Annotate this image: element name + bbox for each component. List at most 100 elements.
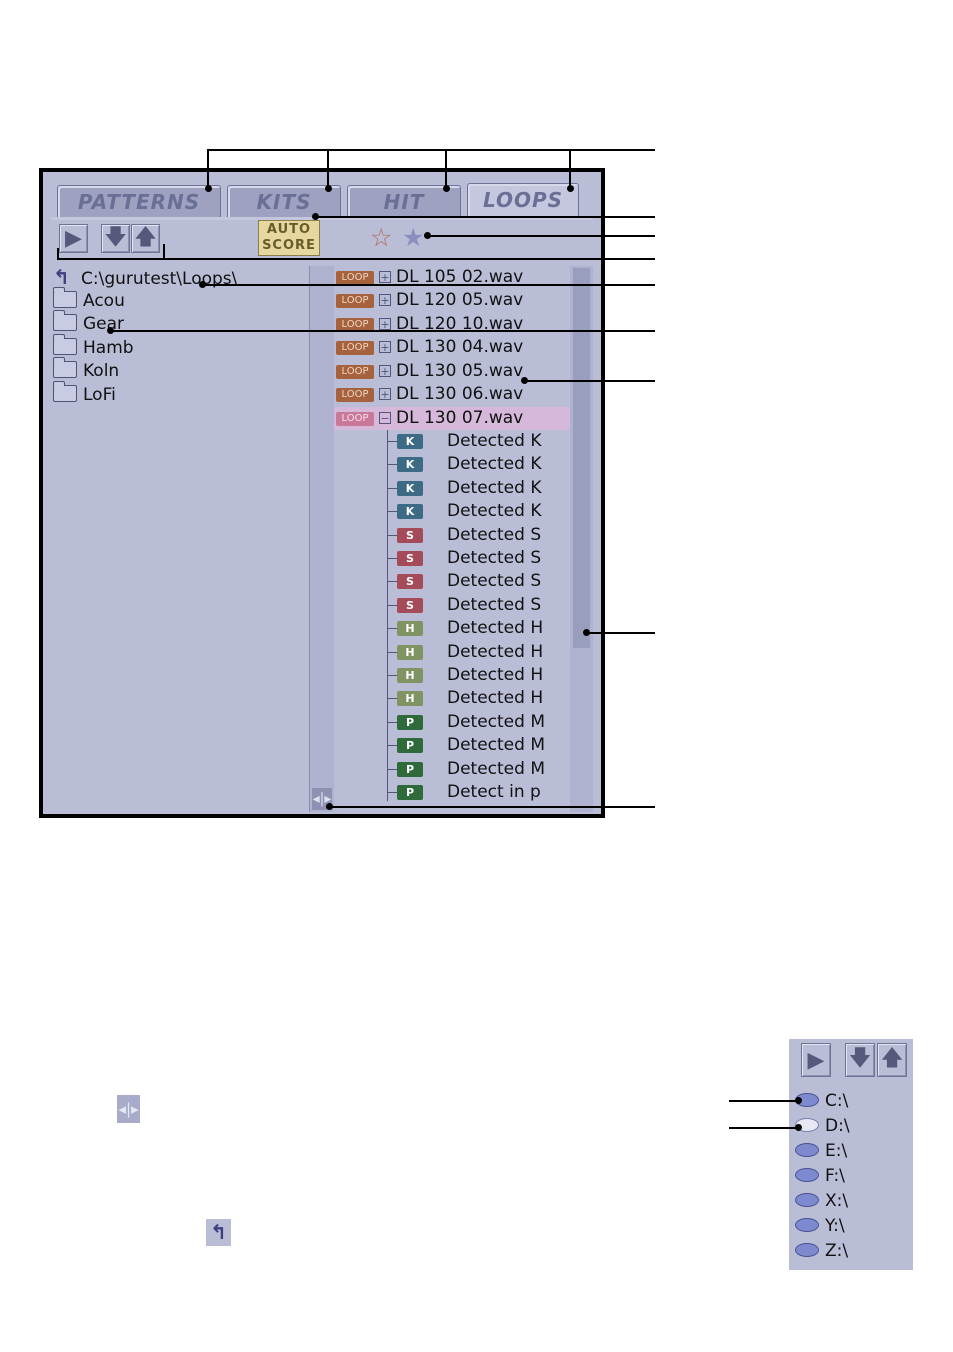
drive-panel: ▶ 🡇 🡅 C:\ D:\ E:\ F:\ X:\ Y:\ Z:\ (789, 1039, 913, 1270)
callout-line (327, 149, 329, 189)
star-filled-icon[interactable]: ★ (402, 224, 424, 252)
slice-row[interactable]: K Detected K (334, 430, 570, 453)
collapse-icon[interactable]: − (379, 412, 391, 424)
slice-row[interactable]: H Detected H (334, 664, 570, 687)
expand-icon[interactable]: + (379, 271, 391, 283)
star-outline-icon[interactable]: ☆ (370, 224, 392, 252)
tree-branch (387, 628, 397, 630)
callout-dot (443, 185, 450, 192)
slice-row[interactable]: P Detected M (334, 734, 570, 757)
expand-icon[interactable]: + (379, 365, 391, 377)
loop-badge: LOOP (336, 341, 374, 355)
pane-splitter[interactable]: ◂|▸ (309, 266, 335, 812)
tree-branch (387, 487, 397, 489)
drive-item[interactable]: Z:\ (795, 1239, 848, 1263)
slice-badge: H (397, 668, 423, 683)
up-folder-icon[interactable]: ↰ (53, 266, 75, 289)
loop-row[interactable]: LOOP + DL 130 06.wav (334, 383, 570, 406)
hard-drive-icon (795, 1218, 819, 1232)
loop-row[interactable]: LOOP + DL 120 05.wav (334, 289, 570, 312)
loop-row[interactable]: LOOP + DL 120 10.wav (334, 313, 570, 336)
slice-label: Detected H (447, 618, 544, 639)
slice-row[interactable]: K Detected K (334, 500, 570, 523)
tree-branch (387, 675, 397, 676)
loop-row-selected[interactable]: LOOP − DL 130 07.wav (334, 407, 570, 430)
folder-label: Acou (83, 291, 125, 311)
browser-panel: PATTERNS KITS HIT LOOPS ▶ 🡇 🡅 AUTO SCORE… (39, 168, 605, 818)
slice-badge: S (397, 551, 423, 566)
slice-badge: S (397, 527, 423, 543)
folder-item[interactable]: Hamb (53, 334, 134, 360)
expand-icon[interactable]: + (379, 318, 391, 330)
drive-item[interactable]: F:\ (795, 1164, 845, 1188)
slice-label: Detect in p (447, 782, 541, 802)
folder-item[interactable]: LoFi (53, 381, 116, 407)
drive-item[interactable]: C:\ (795, 1089, 848, 1113)
slice-label: Detected H (447, 688, 544, 709)
slice-row[interactable]: S Detected S (334, 547, 570, 570)
drive-label: F:\ (825, 1166, 845, 1186)
slice-row[interactable]: K Detected K (334, 453, 570, 476)
hard-drive-icon (795, 1168, 819, 1182)
slice-row[interactable]: K Detected K (334, 477, 570, 500)
play-button[interactable]: ▶ (59, 224, 88, 253)
arrow-up-icon: 🡅 (134, 224, 157, 250)
tab-kits[interactable]: KITS (227, 185, 341, 217)
slice-row[interactable]: P Detect in p (334, 781, 570, 804)
slice-row[interactable]: H Detected H (334, 687, 570, 710)
play-button[interactable]: ▶ (801, 1043, 831, 1077)
expand-icon[interactable]: + (379, 341, 391, 353)
tree-branch (387, 534, 397, 536)
callout-dot (199, 281, 206, 288)
auto-score-button[interactable]: AUTO SCORE (258, 220, 320, 256)
callout-line (330, 806, 655, 808)
folder-item[interactable]: Gear (53, 310, 124, 336)
loop-badge: LOOP (336, 271, 374, 285)
callout-dot (424, 232, 431, 239)
callout-line (729, 1100, 799, 1102)
slice-row[interactable]: S Detected S (334, 524, 570, 547)
slice-row[interactable]: P Detected M (334, 758, 570, 781)
callout-line (163, 244, 165, 260)
move-down-button[interactable]: 🡇 (845, 1043, 875, 1077)
tree-branch (387, 581, 397, 583)
tree-branch (387, 441, 397, 442)
tree-branch (387, 768, 397, 770)
loop-row[interactable]: LOOP + DL 130 04.wav (334, 336, 570, 359)
arrow-down-icon: 🡇 (848, 1046, 872, 1071)
auto-score-label-1: AUTO (266, 222, 312, 237)
loop-filename: DL 130 04.wav (396, 337, 524, 357)
scrollbar[interactable] (570, 266, 593, 812)
callout-dot (326, 803, 333, 810)
tree-branch (387, 745, 397, 747)
tree-branch (387, 721, 397, 723)
folder-item[interactable]: Koln (53, 357, 120, 383)
expand-icon[interactable]: + (379, 388, 391, 400)
expand-icon[interactable]: + (379, 294, 391, 306)
scrollbar-thumb[interactable] (573, 268, 590, 648)
callout-line (203, 284, 655, 286)
slice-row[interactable]: H Detected H (334, 641, 570, 664)
tree-branch (387, 464, 397, 466)
drive-item[interactable]: D:\ (795, 1114, 850, 1138)
hard-drive-icon (795, 1143, 819, 1157)
drive-item[interactable]: X:\ (795, 1189, 848, 1213)
move-up-button[interactable]: 🡅 (877, 1043, 907, 1077)
slice-badge: K (397, 434, 423, 449)
slice-row[interactable]: P Detected M (334, 711, 570, 734)
slice-row[interactable]: S Detected S (334, 570, 570, 593)
slice-label: Detected M (447, 735, 546, 756)
drive-item[interactable]: E:\ (795, 1139, 847, 1163)
slice-badge: K (397, 457, 423, 473)
tab-loops[interactable]: LOOPS (467, 183, 579, 217)
move-down-button[interactable]: 🡇 (101, 224, 130, 253)
slice-row[interactable]: H Detected H (334, 617, 570, 640)
tree-branch (387, 792, 397, 793)
move-up-button[interactable]: 🡅 (131, 224, 160, 253)
drive-item[interactable]: Y:\ (795, 1214, 845, 1238)
folder-label: Koln (83, 361, 120, 381)
slice-row[interactable]: S Detected S (334, 594, 570, 617)
tab-patterns[interactable]: PATTERNS (57, 185, 221, 217)
callout-line (587, 632, 655, 634)
slice-label: Detected K (447, 477, 542, 498)
